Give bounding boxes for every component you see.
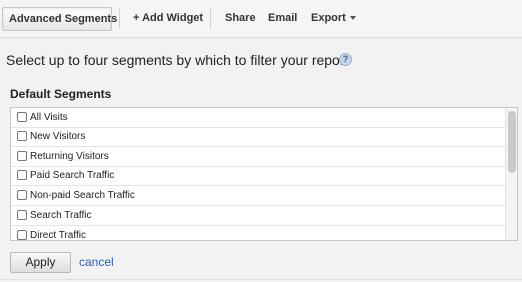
segment-label: Non-paid Search Traffic	[30, 190, 135, 201]
default-segments-heading: Default Segments	[10, 87, 112, 101]
segment-label: Search Traffic	[30, 210, 92, 221]
help-icon[interactable]: ?	[339, 53, 352, 66]
segment-checkbox[interactable]	[17, 230, 27, 240]
cancel-link[interactable]: cancel	[79, 255, 114, 269]
apply-button[interactable]: Apply	[10, 252, 71, 273]
toolbar-divider	[119, 9, 120, 29]
segment-checkbox[interactable]	[17, 190, 27, 200]
segment-item[interactable]: All Visits	[11, 108, 505, 128]
segment-label: Paid Search Traffic	[30, 170, 115, 181]
segment-instruction-text: Select up to four segments by which to f…	[6, 52, 349, 68]
export-button[interactable]: Export	[311, 7, 356, 31]
share-button[interactable]: Share	[225, 7, 256, 31]
segment-checkbox[interactable]	[17, 210, 27, 220]
segment-checkbox[interactable]	[17, 112, 27, 122]
email-button[interactable]: Email	[268, 7, 297, 31]
segment-item[interactable]: Non-paid Search Traffic	[11, 186, 505, 206]
scrollbar-thumb[interactable]	[508, 111, 516, 173]
export-label: Export	[311, 12, 346, 24]
toolbar-divider	[210, 9, 211, 29]
segment-label: Direct Traffic	[30, 230, 86, 241]
segment-checkbox[interactable]	[17, 170, 27, 180]
segment-label: All Visits	[30, 112, 68, 123]
advanced-segments-button[interactable]: Advanced Segments	[2, 7, 117, 31]
segment-label: Returning Visitors	[30, 151, 109, 162]
segment-label: New Visitors	[30, 131, 86, 142]
segment-item[interactable]: Search Traffic	[11, 206, 505, 226]
segment-item[interactable]: Returning Visitors	[11, 147, 505, 167]
chevron-down-icon	[349, 16, 356, 21]
segment-list: All Visits New Visitors Returning Visito…	[10, 107, 518, 241]
report-toolbar: Advanced Segments + Add Widget Share Ema…	[0, 0, 522, 38]
segment-list-scrollbar[interactable]	[505, 108, 517, 240]
segment-item[interactable]: Direct Traffic	[11, 226, 505, 241]
segment-checkbox[interactable]	[17, 131, 27, 141]
segment-item[interactable]: Paid Search Traffic	[11, 166, 505, 186]
segment-checkbox[interactable]	[17, 151, 27, 161]
panel-bottom-border	[0, 279, 522, 280]
add-widget-button[interactable]: + Add Widget	[133, 7, 203, 31]
segment-item[interactable]: New Visitors	[11, 127, 505, 147]
